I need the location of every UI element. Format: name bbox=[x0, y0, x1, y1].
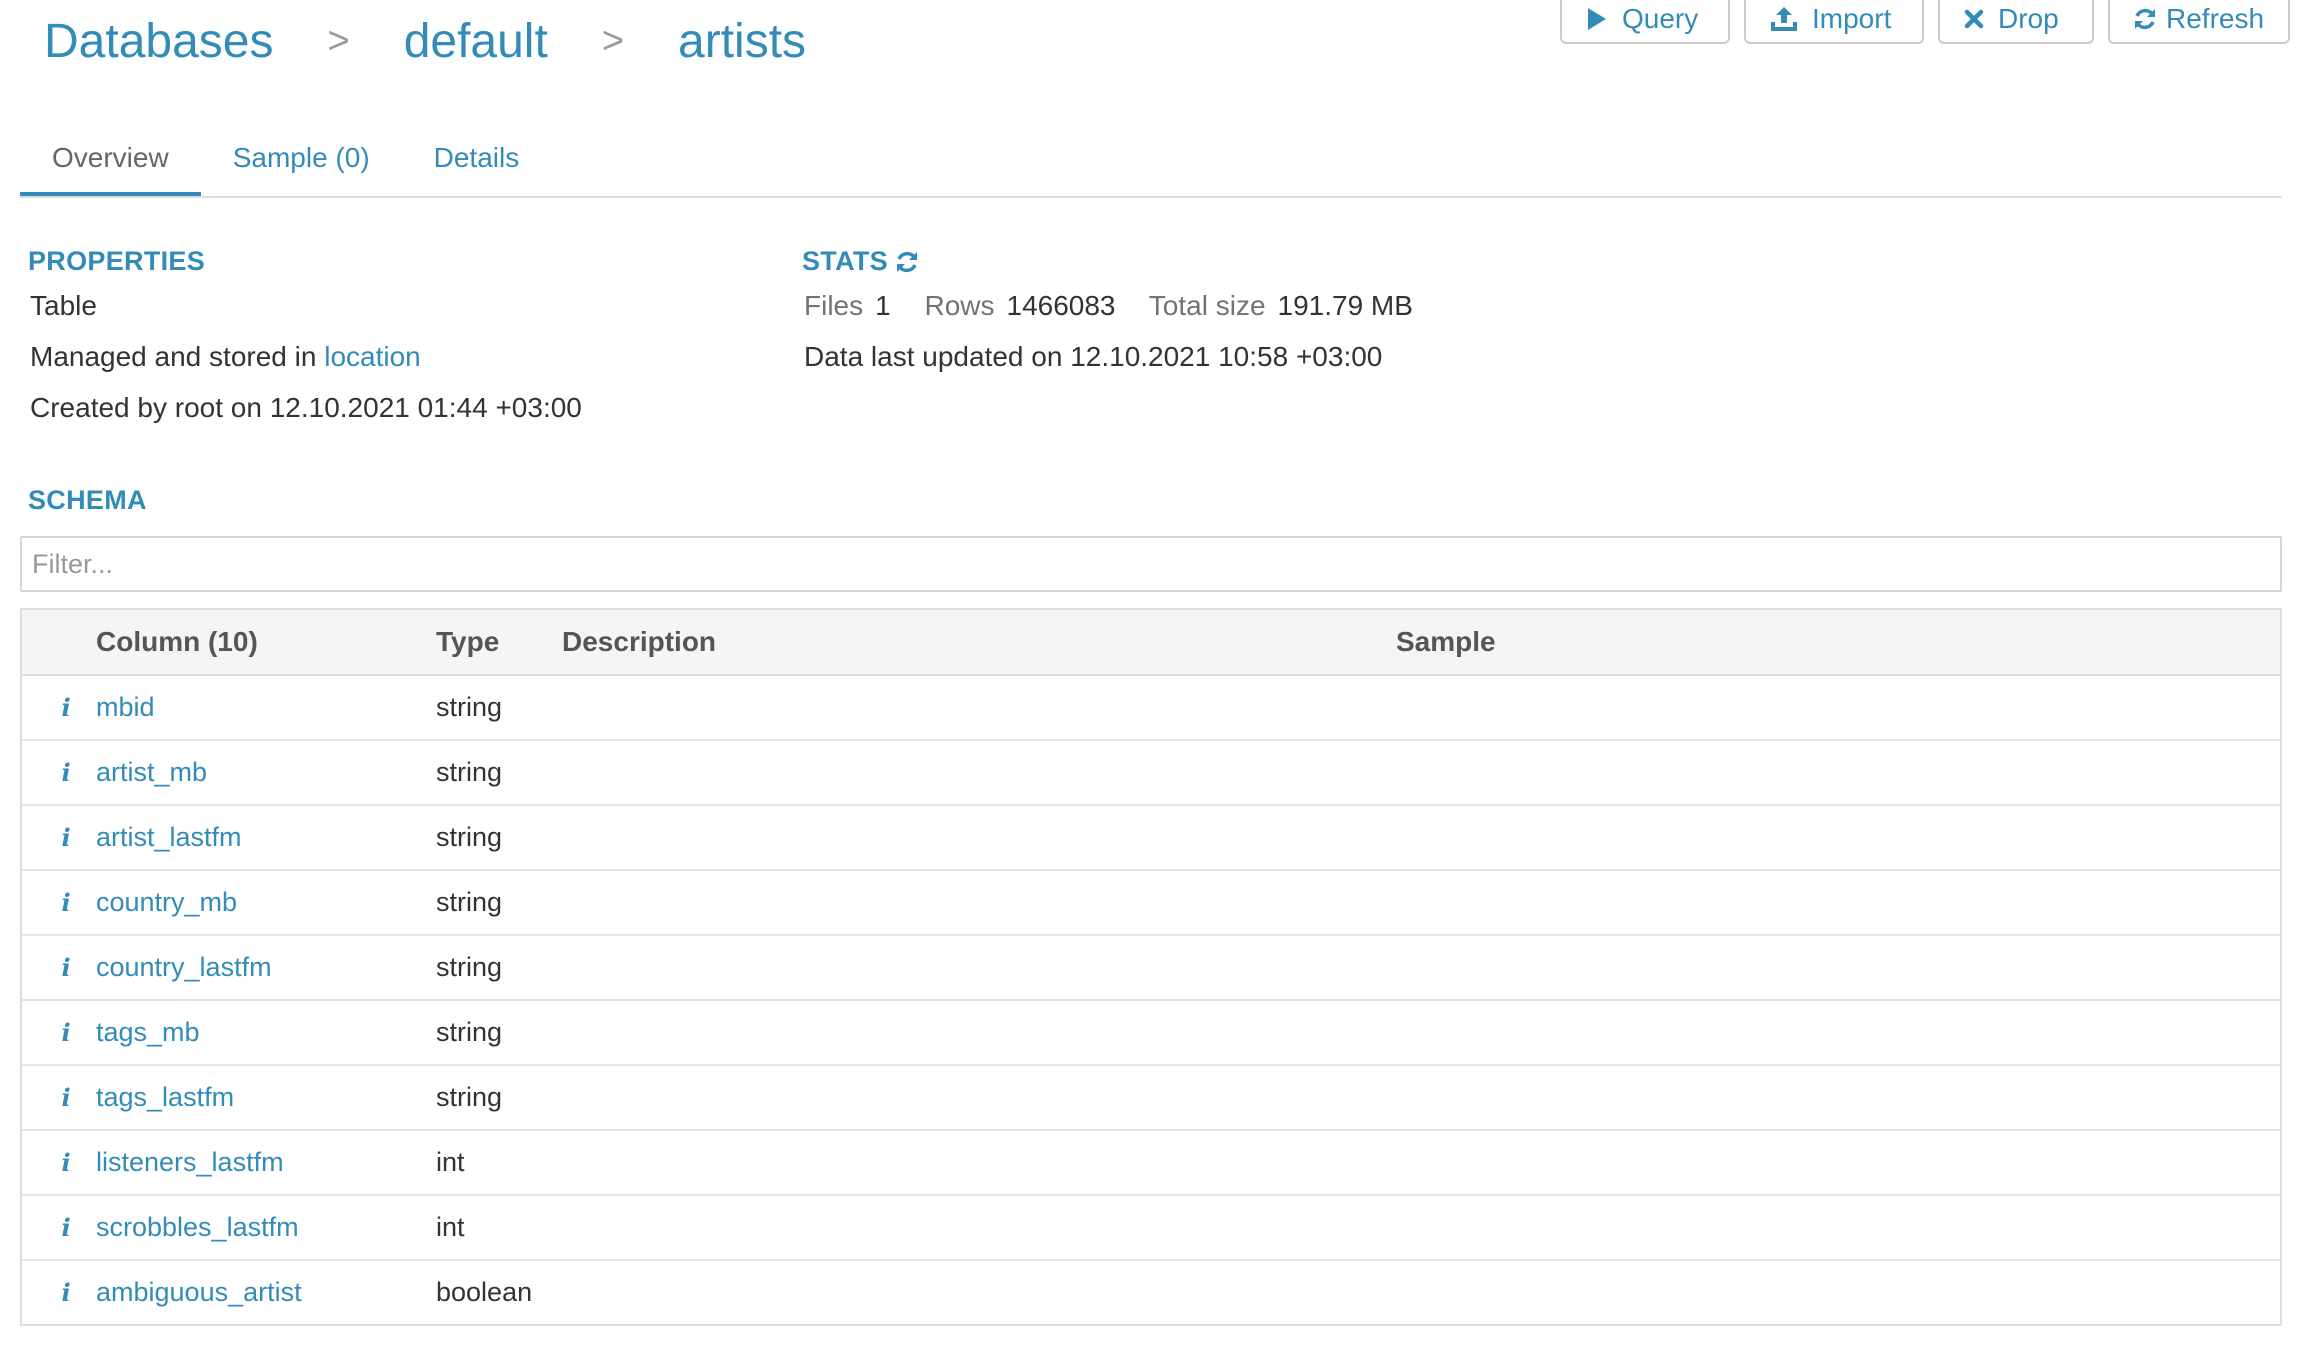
filter-input[interactable] bbox=[20, 536, 2282, 592]
breadcrumb-table[interactable]: artists bbox=[678, 14, 806, 69]
info-icon[interactable]: i bbox=[61, 1213, 70, 1242]
managed-label: Managed and stored in bbox=[30, 341, 317, 372]
managed-location-line: Managed and stored in location bbox=[30, 341, 421, 373]
info-icon[interactable]: i bbox=[61, 888, 70, 917]
info-icon[interactable]: i bbox=[61, 1278, 70, 1307]
column-type: int bbox=[436, 1147, 465, 1177]
tab-details[interactable]: Details bbox=[402, 130, 552, 196]
column-name[interactable]: tags_mb bbox=[96, 1017, 200, 1047]
refresh-button-label: Refresh bbox=[2166, 3, 2265, 34]
breadcrumb: Databases > default > artists bbox=[44, 14, 806, 69]
header-description[interactable]: Description bbox=[562, 626, 1396, 658]
column-type: string bbox=[436, 822, 503, 852]
table-row: i tags_lastfm string bbox=[22, 1066, 2280, 1131]
table-header: Column (10) Type Description Sample bbox=[22, 610, 2280, 676]
table-row: i scrobbles_lastfm int bbox=[22, 1196, 2280, 1261]
column-name[interactable]: ambiguous_artist bbox=[96, 1277, 302, 1307]
table-row: i ambiguous_artist boolean bbox=[22, 1261, 2280, 1324]
breadcrumb-separator: > bbox=[601, 20, 625, 62]
breadcrumb-database[interactable]: default bbox=[404, 14, 548, 69]
query-button[interactable]: Query bbox=[1560, 0, 1730, 44]
import-button[interactable]: Import bbox=[1744, 0, 1924, 44]
column-type: string bbox=[436, 692, 503, 722]
stats-title: STATS bbox=[802, 246, 888, 276]
table-row: i tags_mb string bbox=[22, 1001, 2280, 1066]
header-type[interactable]: Type bbox=[436, 626, 562, 658]
header-sample[interactable]: Sample bbox=[1396, 626, 2280, 658]
table-row: i country_lastfm string bbox=[22, 936, 2280, 1001]
size-value: 191.79 MB bbox=[1277, 290, 1413, 321]
column-name[interactable]: tags_lastfm bbox=[96, 1082, 234, 1112]
info-icon[interactable]: i bbox=[61, 693, 70, 722]
stats-line: Files 1 Rows 1466083 Total size 191.79 MB bbox=[804, 290, 1439, 322]
breadcrumb-separator: > bbox=[327, 20, 350, 62]
info-icon[interactable]: i bbox=[61, 1083, 70, 1112]
refresh-icon[interactable] bbox=[894, 249, 920, 275]
table-row: i artist_lastfm string bbox=[22, 806, 2280, 871]
table-row: i listeners_lastfm int bbox=[22, 1131, 2280, 1196]
location-link[interactable]: location bbox=[324, 341, 421, 372]
column-name[interactable]: country_mb bbox=[96, 887, 237, 917]
column-name[interactable]: mbid bbox=[96, 692, 155, 722]
tab-overview[interactable]: Overview bbox=[20, 130, 201, 196]
table-type: Table bbox=[30, 290, 97, 321]
schema-title: SCHEMA bbox=[28, 485, 147, 515]
breadcrumb-databases[interactable]: Databases bbox=[44, 14, 273, 69]
header-column[interactable]: Column (10) bbox=[96, 626, 436, 658]
x-icon bbox=[1964, 9, 1984, 29]
column-type: int bbox=[436, 1212, 465, 1242]
upload-icon bbox=[1770, 6, 1798, 32]
created-info: Created by root on 12.10.2021 01:44 +03:… bbox=[30, 392, 582, 423]
table-row: i mbid string bbox=[22, 676, 2280, 741]
info-icon[interactable]: i bbox=[61, 1148, 70, 1177]
import-button-label: Import bbox=[1812, 3, 1892, 34]
column-name[interactable]: artist_lastfm bbox=[96, 822, 242, 852]
refresh-icon bbox=[2132, 6, 2158, 32]
refresh-button[interactable]: Refresh bbox=[2108, 0, 2290, 44]
toolbar: Query Import Drop Refresh bbox=[1560, 0, 2290, 44]
info-icon[interactable]: i bbox=[61, 953, 70, 982]
tab-sample[interactable]: Sample (0) bbox=[201, 130, 402, 196]
column-type: boolean bbox=[436, 1277, 533, 1307]
files-value: 1 bbox=[875, 290, 891, 321]
column-type: string bbox=[436, 952, 503, 982]
size-label: Total size bbox=[1148, 290, 1266, 321]
properties-title: PROPERTIES bbox=[28, 246, 206, 276]
rows-label: Rows bbox=[924, 290, 995, 321]
table-row: i country_mb string bbox=[22, 871, 2280, 936]
schema-table: Column (10) Type Description Sample i mb… bbox=[20, 608, 2282, 1326]
column-name[interactable]: scrobbles_lastfm bbox=[96, 1212, 299, 1242]
column-type: string bbox=[436, 1082, 503, 1112]
last-updated: Data last updated on 12.10.2021 10:58 +0… bbox=[804, 341, 1383, 372]
column-name[interactable]: country_lastfm bbox=[96, 952, 272, 982]
info-icon[interactable]: i bbox=[61, 1018, 70, 1047]
table-browser-page: Databases > default > artists Query Impo… bbox=[0, 0, 2312, 1354]
stats-header: STATS bbox=[802, 246, 920, 277]
tab-bar: Overview Sample (0) Details bbox=[20, 130, 2282, 198]
play-icon bbox=[1586, 7, 1608, 31]
column-type: string bbox=[436, 887, 503, 917]
column-type: string bbox=[436, 1017, 503, 1047]
info-icon[interactable]: i bbox=[61, 758, 70, 787]
drop-button[interactable]: Drop bbox=[1938, 0, 2094, 44]
drop-button-label: Drop bbox=[1998, 3, 2059, 34]
info-icon[interactable]: i bbox=[61, 823, 70, 852]
query-button-label: Query bbox=[1622, 3, 1699, 34]
table-row: i artist_mb string bbox=[22, 741, 2280, 806]
column-name[interactable]: artist_mb bbox=[96, 757, 207, 787]
column-type: string bbox=[436, 757, 503, 787]
files-label: Files bbox=[804, 290, 864, 321]
rows-value: 1466083 bbox=[1006, 290, 1116, 321]
column-name[interactable]: listeners_lastfm bbox=[96, 1147, 284, 1177]
